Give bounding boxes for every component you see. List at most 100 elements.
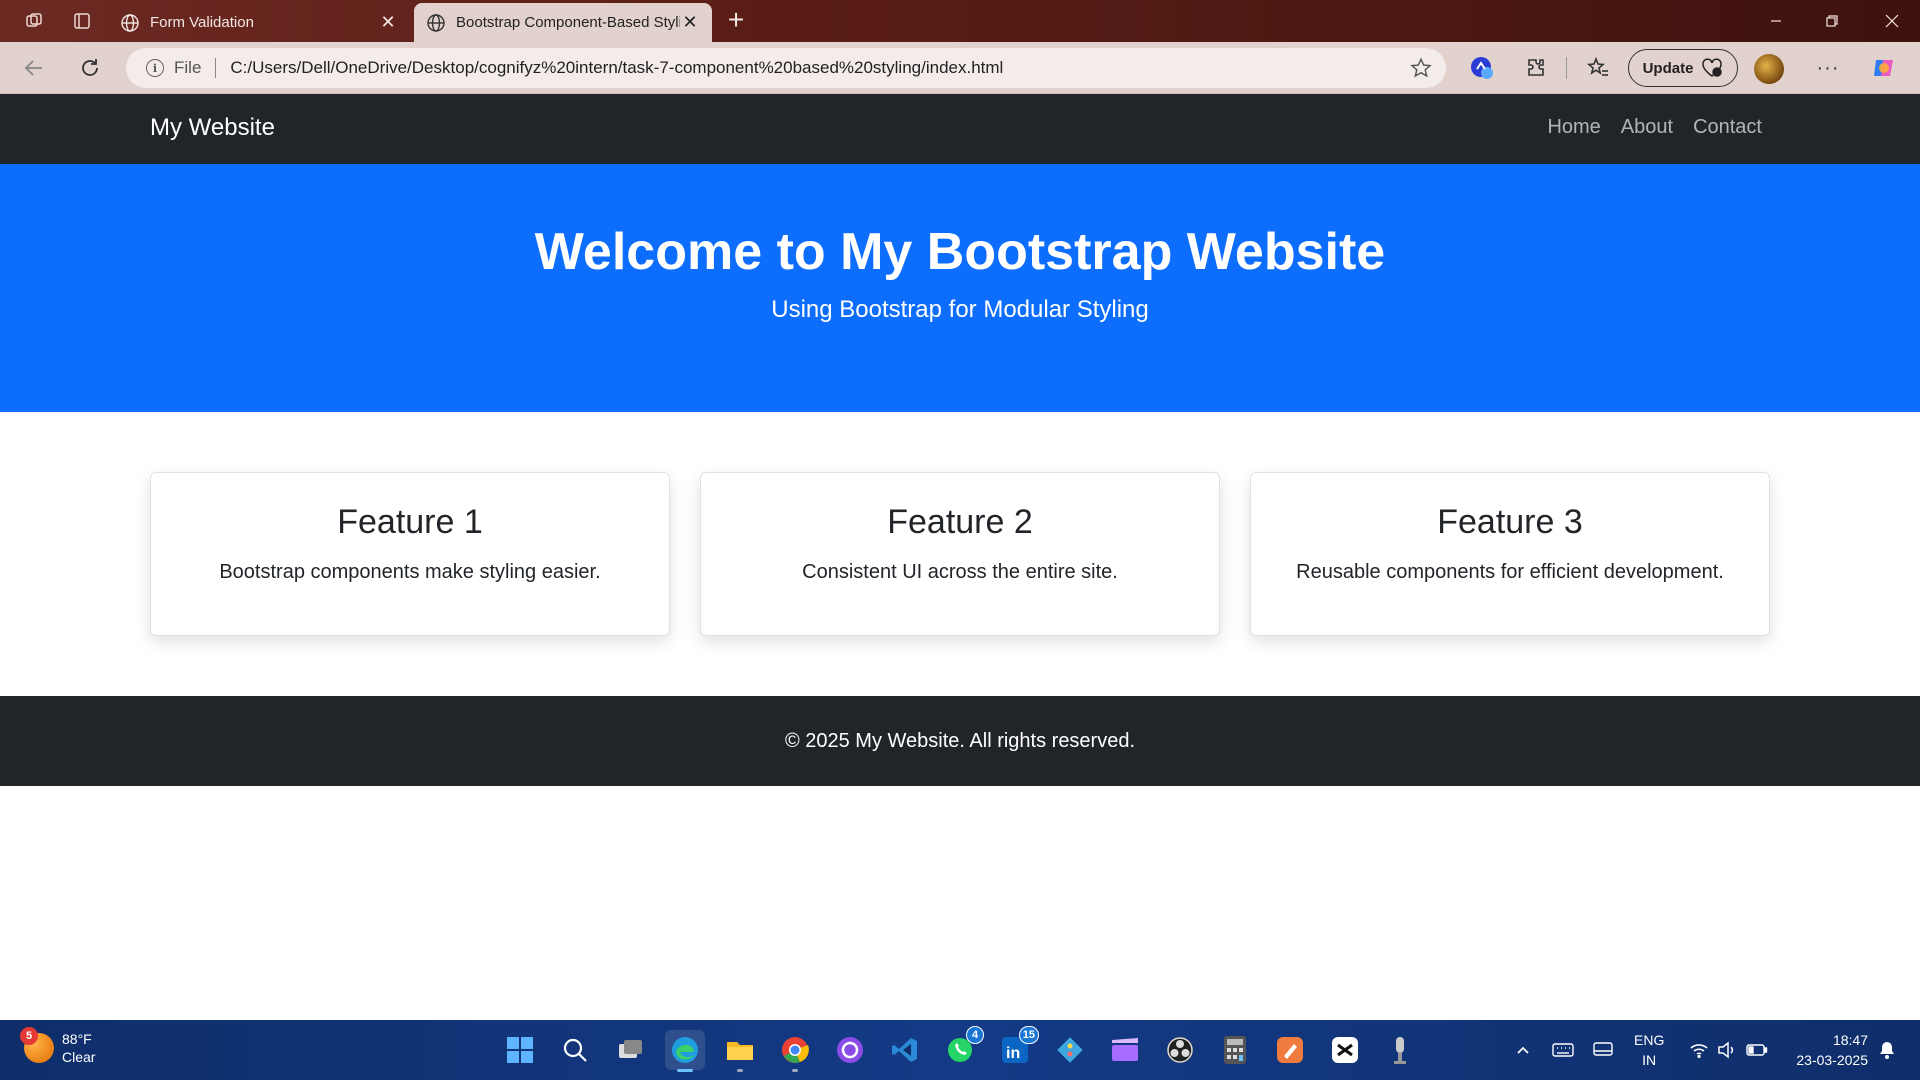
scheme-label: File	[174, 58, 202, 77]
nav-link-about[interactable]: About	[1621, 116, 1673, 139]
nav-link-contact[interactable]: Contact	[1693, 116, 1762, 139]
close-tab-icon[interactable]: ✕	[378, 12, 398, 33]
taskbar-microphone-app[interactable]	[1380, 1030, 1420, 1070]
update-label: Update	[1642, 59, 1694, 77]
task-view-button[interactable]	[610, 1030, 650, 1070]
taskbar-clipchamp[interactable]	[1105, 1030, 1145, 1070]
tab-actions-icon[interactable]	[70, 9, 94, 33]
wifi-icon[interactable]	[1684, 1020, 1714, 1080]
copilot-icon[interactable]	[1868, 52, 1900, 84]
workspaces-icon[interactable]	[22, 9, 46, 33]
svg-text:in: in	[1006, 1045, 1020, 1062]
taskbar-github-desktop[interactable]	[830, 1030, 870, 1070]
github-icon	[837, 1037, 863, 1063]
taskbar-paint[interactable]	[1270, 1030, 1310, 1070]
taskbar-vscode[interactable]	[885, 1030, 925, 1070]
hero-subtitle: Using Bootstrap for Modular Styling	[771, 296, 1149, 323]
region-code: IN	[1642, 1052, 1657, 1068]
microphone-icon	[1394, 1037, 1406, 1064]
system-clock[interactable]: 18:47 23-03-2025	[1796, 1030, 1868, 1070]
favorites-icon[interactable]	[1582, 52, 1614, 84]
chrome-icon	[782, 1037, 809, 1063]
tab-form-validation[interactable]: Form Validation ✕	[108, 3, 410, 42]
display-icon[interactable]	[1588, 1020, 1618, 1080]
taskbar-obs[interactable]	[1160, 1030, 1200, 1070]
close-window-button[interactable]	[1864, 0, 1920, 42]
browser-toolbar: i File C:/Users/Dell/OneDrive/Desktop/co…	[0, 42, 1920, 94]
whatsapp-badge: 4	[966, 1026, 984, 1044]
tab-bootstrap-styling[interactable]: Bootstrap Component-Based Styling ✕	[414, 3, 712, 42]
taskbar-whatsapp[interactable]: 4	[940, 1026, 984, 1070]
site-brand[interactable]: My Website	[150, 114, 275, 142]
favorite-star-icon[interactable]	[1410, 57, 1432, 79]
taskbar-file-explorer[interactable]	[720, 1030, 760, 1072]
feature-text: Bootstrap components make styling easier…	[219, 561, 601, 583]
vscode-icon	[892, 1038, 917, 1062]
taskbar-chrome[interactable]	[775, 1030, 815, 1072]
toolbar-divider	[1564, 52, 1568, 84]
keyboard-icon[interactable]	[1548, 1020, 1578, 1080]
update-button[interactable]: Update	[1628, 49, 1738, 87]
feature-card-2: Feature 2 Consistent UI across the entir…	[700, 472, 1220, 636]
taskbar-capcut[interactable]	[1325, 1030, 1365, 1070]
minimize-button[interactable]	[1748, 0, 1804, 42]
clock-date: 23-03-2025	[1796, 1052, 1868, 1068]
url-text[interactable]: C:/Users/Dell/OneDrive/Desktop/cognifyz%…	[230, 58, 1003, 78]
feature-title: Feature 2	[887, 503, 1033, 541]
search-icon	[563, 1038, 587, 1062]
feature-card-1: Feature 1 Bootstrap components make styl…	[150, 472, 670, 636]
feature-text: Consistent UI across the entire site.	[802, 561, 1118, 583]
weather-sun-icon: 5	[20, 1027, 54, 1063]
paint-icon	[1277, 1037, 1303, 1063]
tab-title: Form Validation	[150, 14, 254, 31]
notification-bell-icon[interactable]	[1872, 1020, 1902, 1080]
nav-link-home[interactable]: Home	[1547, 116, 1600, 139]
search-button[interactable]	[555, 1030, 595, 1070]
hero-section: Welcome to My Bootstrap Website Using Bo…	[0, 164, 1920, 412]
weather-condition: Clear	[62, 1049, 96, 1065]
taskbar-edge[interactable]	[665, 1030, 705, 1072]
show-hidden-icons-chevron-icon[interactable]	[1508, 1020, 1538, 1080]
profile-avatar[interactable]	[1754, 54, 1784, 84]
restore-button[interactable]	[1804, 0, 1860, 42]
weather-temp: 88°F	[62, 1031, 92, 1047]
obs-icon	[1167, 1037, 1193, 1063]
feature-card-3: Feature 3 Reusable components for effici…	[1250, 472, 1770, 636]
globe-icon	[427, 13, 445, 32]
taskbar: 5 88°F Clear 4 in 15 ENG IN 18:47 23-03-…	[0, 1020, 1920, 1080]
hero-title: Welcome to My Bootstrap Website	[534, 223, 1386, 281]
separator	[215, 58, 217, 78]
volume-icon[interactable]	[1712, 1020, 1742, 1080]
more-options-icon[interactable]: ···	[1812, 52, 1844, 84]
taskbar-git[interactable]	[1050, 1030, 1090, 1070]
close-tab-icon[interactable]: ✕	[680, 12, 700, 33]
new-tab-button[interactable]: +	[722, 6, 750, 34]
edge-icon	[672, 1037, 698, 1063]
feature-title: Feature 1	[337, 503, 483, 541]
battery-icon[interactable]	[1742, 1020, 1772, 1080]
globe-icon	[121, 13, 139, 32]
start-button[interactable]	[500, 1030, 540, 1070]
feature-text: Reusable components for efficient develo…	[1296, 561, 1724, 583]
info-icon[interactable]: i	[146, 59, 164, 77]
language-indicator[interactable]: ENG IN	[1634, 1030, 1664, 1070]
footer-text: © 2025 My Website. All rights reserved.	[784, 730, 1136, 752]
copilot-extension-icon[interactable]	[1466, 52, 1498, 84]
extensions-icon[interactable]	[1520, 52, 1552, 84]
browser-tab-bar: Form Validation ✕ Bootstrap Component-Ba…	[0, 0, 1920, 42]
tab-title: Bootstrap Component-Based Styling	[456, 14, 680, 31]
taskbar-calculator[interactable]	[1215, 1030, 1255, 1070]
taskbar-linkedin[interactable]: in 15	[995, 1026, 1039, 1070]
weather-widget[interactable]: 5 88°F Clear	[20, 1027, 96, 1066]
site-footer: © 2025 My Website. All rights reserved.	[0, 696, 1920, 786]
back-button[interactable]	[16, 50, 52, 86]
features-section: Feature 1 Bootstrap components make styl…	[150, 472, 1770, 636]
nav-links: Home About Contact	[1547, 116, 1762, 139]
clapperboard-icon	[1112, 1038, 1138, 1061]
capcut-icon	[1332, 1037, 1358, 1063]
feature-title: Feature 3	[1437, 503, 1583, 541]
address-bar[interactable]: i File C:/Users/Dell/OneDrive/Desktop/co…	[126, 48, 1446, 88]
weather-badge: 5	[20, 1027, 38, 1045]
language-code: ENG	[1634, 1032, 1665, 1048]
reload-button[interactable]	[72, 50, 108, 86]
